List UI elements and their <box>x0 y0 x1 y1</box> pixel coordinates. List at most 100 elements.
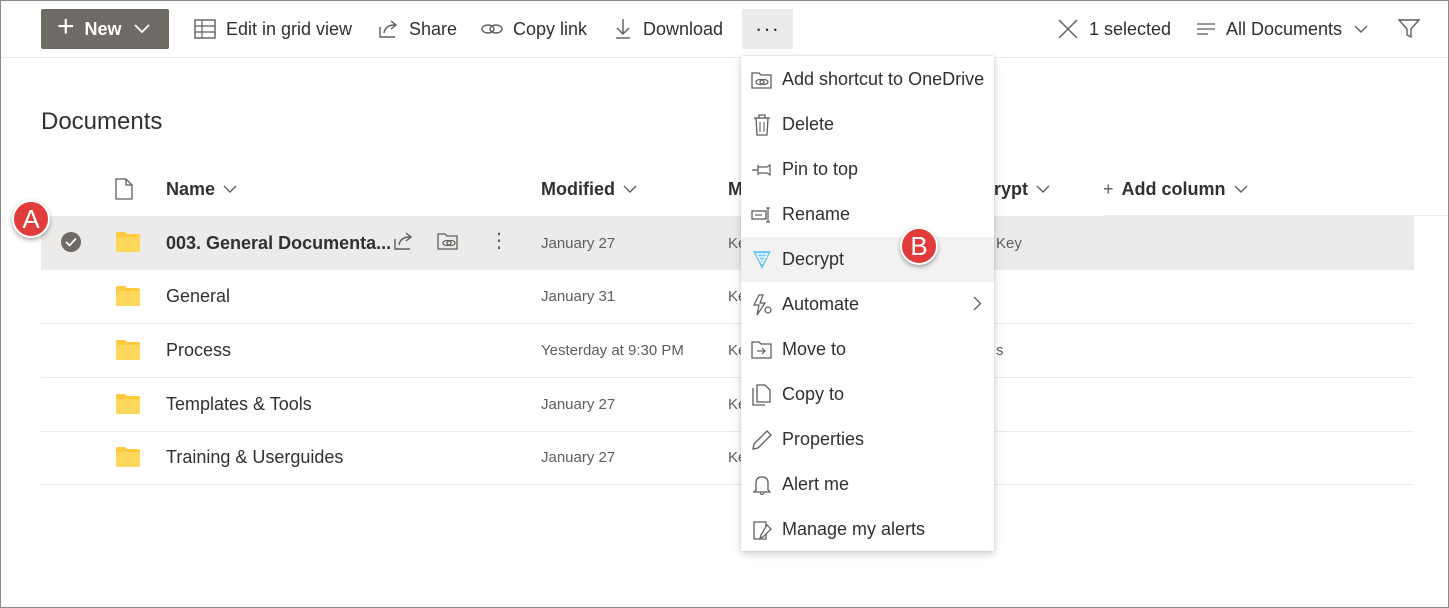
menu-item-label: Properties <box>782 429 865 449</box>
new-button-label: New <box>84 18 122 39</box>
row-modified: January 27 <box>541 234 616 252</box>
name-column-header[interactable]: Name <box>166 170 237 208</box>
row-name[interactable]: Process <box>166 324 231 377</box>
row-modified-by: Ke <box>728 449 742 466</box>
view-switcher[interactable]: All Documents <box>1196 9 1368 49</box>
modified-by-column-header[interactable]: M <box>728 170 742 208</box>
menu-item-label: Automate <box>782 294 860 314</box>
add-column-header[interactable]: + Add column <box>1103 170 1248 208</box>
chevron-down-icon <box>1036 185 1050 193</box>
command-bar: + New Edit in grid view Share Copy link … <box>1 1 1448 58</box>
menu-item-label: Move to <box>782 339 847 359</box>
pencil-icon <box>751 429 773 451</box>
menu-item-move-to[interactable]: Move to <box>741 327 994 372</box>
checkmark-icon <box>65 237 77 247</box>
lines-icon <box>1197 23 1215 35</box>
copy-link-button[interactable]: Copy link <box>481 9 587 49</box>
folder-icon <box>116 340 140 360</box>
row-modified: January 31 <box>541 288 616 305</box>
table-row[interactable]: 003. General Documenta... ⋮ January 27 K… <box>41 216 1414 270</box>
share-label: Share <box>409 18 458 39</box>
row-more-icon[interactable]: ⋮ <box>489 228 509 254</box>
chevron-down-icon <box>623 185 637 193</box>
more-actions-button[interactable]: ··· <box>742 9 793 49</box>
pin-icon <box>751 159 773 181</box>
file-type-header[interactable] <box>115 170 133 208</box>
name-column-label: Name <box>166 178 216 199</box>
menu-item-label: Add shortcut to OneDrive <box>782 69 985 89</box>
callout-b: B <box>900 227 938 265</box>
menu-item-label: Rename <box>782 204 851 224</box>
share-icon[interactable] <box>392 230 414 252</box>
clear-selection-button[interactable]: 1 selected <box>1057 9 1171 49</box>
edit-grid-view-button[interactable]: Edit in grid view <box>194 9 352 49</box>
menu-item-label: Delete <box>782 114 835 134</box>
page-title: Documents <box>41 108 163 135</box>
folder-icon <box>116 447 140 467</box>
copy-link-label: Copy link <box>513 18 588 39</box>
trash-icon <box>751 113 773 136</box>
folder-icon <box>116 286 140 306</box>
download-button[interactable]: Download <box>613 9 723 49</box>
plus-icon: + <box>1103 178 1114 199</box>
menu-item-properties[interactable]: Properties <box>741 417 994 462</box>
menu-item-add-shortcut[interactable]: Add shortcut to OneDrive <box>741 57 994 102</box>
share-button[interactable]: Share <box>377 9 457 49</box>
shortcut-icon[interactable] <box>437 230 459 252</box>
menu-item-label: Decrypt <box>782 249 845 269</box>
edit-grid-view-label: Edit in grid view <box>226 18 353 39</box>
automate-icon <box>751 293 773 316</box>
menu-item-rename[interactable]: Rename <box>741 192 994 237</box>
grid-icon <box>194 19 216 39</box>
decrypt-icon <box>751 249 773 271</box>
table-row[interactable]: Training & Userguides January 27 Ke <box>41 431 1414 485</box>
folder-icon <box>116 394 140 414</box>
download-label: Download <box>643 18 724 39</box>
menu-item-delete[interactable]: Delete <box>741 102 994 147</box>
row-name[interactable]: General <box>166 270 230 323</box>
row-decrypt: s <box>996 342 1004 359</box>
chevron-down-icon <box>223 185 237 193</box>
row-name[interactable]: Templates & Tools <box>166 378 312 431</box>
row-modified-by: Ke <box>728 342 742 359</box>
row-modified-by: Ke <box>728 288 742 305</box>
table-row[interactable]: Process Yesterday at 9:30 PM Ke s <box>41 324 1414 378</box>
new-button[interactable]: + New <box>41 9 169 49</box>
table-row[interactable]: Templates & Tools January 27 Ke <box>41 378 1414 432</box>
menu-item-automate[interactable]: Automate <box>741 282 994 327</box>
filter-button[interactable] <box>1398 9 1430 49</box>
chevron-down-icon <box>133 24 150 34</box>
chevron-down-icon <box>1354 25 1368 33</box>
modified-column-header[interactable]: Modified <box>541 170 637 208</box>
manage-alerts-icon <box>751 519 773 541</box>
filter-icon <box>1398 19 1420 39</box>
row-name[interactable]: Training & Userguides <box>166 431 343 484</box>
menu-item-manage-alerts[interactable]: Manage my alerts <box>741 507 994 552</box>
more-icon: ··· <box>755 16 780 41</box>
folder-icon <box>116 232 140 252</box>
table-row[interactable]: General January 31 Ke <box>41 270 1414 324</box>
row-name[interactable]: 003. General Documenta... <box>166 216 391 270</box>
share-icon <box>379 20 398 38</box>
menu-item-copy-to[interactable]: Copy to <box>741 372 994 417</box>
row-selected-check[interactable] <box>61 232 81 252</box>
view-label: All Documents <box>1226 18 1343 39</box>
add-column-label: Add column <box>1121 178 1226 199</box>
more-actions-menu: Add shortcut to OneDrive Delete Pin to t… <box>741 56 994 551</box>
selected-count-label: 1 selected <box>1089 18 1172 39</box>
shortcut-icon <box>751 69 773 91</box>
modified-column-label: Modified <box>541 178 615 199</box>
bell-icon <box>751 474 773 496</box>
modified-by-column-label: M <box>728 178 742 199</box>
decrypt-column-label: rypt <box>994 178 1029 199</box>
menu-item-decrypt[interactable]: Decrypt <box>741 237 994 282</box>
menu-item-label: Copy to <box>782 384 845 404</box>
menu-item-label: Manage my alerts <box>782 519 926 539</box>
row-modified-by: Ke <box>728 396 742 413</box>
row-modified-by: Ke <box>728 234 742 252</box>
callout-a: A <box>12 200 50 238</box>
row-modified: Yesterday at 9:30 PM <box>541 342 684 359</box>
decrypt-column-header[interactable]: rypt <box>994 170 1050 208</box>
menu-item-pin-to-top[interactable]: Pin to top <box>741 147 994 192</box>
menu-item-alert-me[interactable]: Alert me <box>741 462 994 507</box>
